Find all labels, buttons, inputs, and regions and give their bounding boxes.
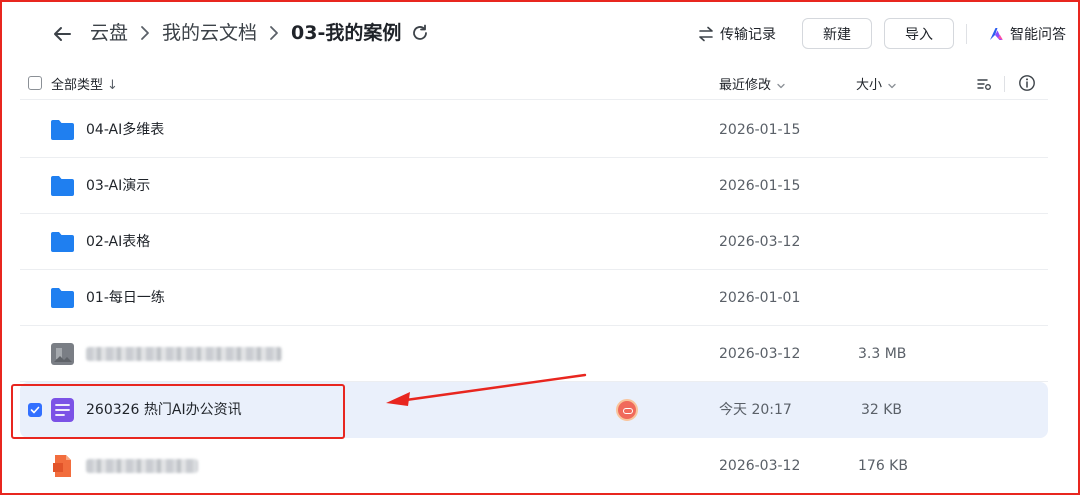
- collaborator-avatar[interactable]: [616, 399, 638, 421]
- file-row-doc[interactable]: 260326 热门AI办公资讯 今天 20:17 32 KB: [20, 382, 1048, 438]
- transfer-records-button[interactable]: 传输记录: [697, 24, 776, 44]
- file-name[interactable]: 03-AI演示: [86, 176, 150, 196]
- file-size: 176 KB: [858, 458, 908, 474]
- file-row-ppt[interactable]: 2026-03-12 176 KB: [20, 438, 1048, 494]
- file-name[interactable]: 01-每日一练: [86, 288, 165, 308]
- back-arrow-icon[interactable]: [50, 22, 74, 46]
- file-row-image[interactable]: 2026-03-12 3.3 MB: [20, 326, 1048, 382]
- size-column-header[interactable]: 大小: [856, 74, 897, 93]
- file-row-folder[interactable]: 04-AI多维表 2026-01-15: [20, 102, 1048, 158]
- modified-column-header[interactable]: 最近修改: [719, 74, 786, 93]
- column-settings-icon[interactable]: [976, 76, 992, 92]
- check-icon: [30, 406, 40, 414]
- file-modified: 2026-03-12: [719, 346, 801, 362]
- file-modified: 2026-01-01: [719, 290, 801, 306]
- file-modified: 2026-03-12: [719, 458, 801, 474]
- transfer-icon: [699, 26, 713, 42]
- modified-column-label: 最近修改: [719, 78, 772, 93]
- blurred-file-name[interactable]: [86, 459, 198, 473]
- blurred-file-name[interactable]: [86, 347, 282, 361]
- file-modified: 2026-01-15: [719, 122, 801, 138]
- transfer-records-label: 传输记录: [720, 27, 776, 43]
- file-size: 32 KB: [860, 402, 902, 418]
- ppt-file-icon: [53, 455, 71, 477]
- type-filter-label: 全部类型: [51, 78, 104, 93]
- row-checkbox[interactable]: [28, 403, 42, 417]
- info-icon[interactable]: [1018, 74, 1036, 92]
- sort-arrow-icon: ↓: [107, 78, 118, 93]
- file-row-folder[interactable]: 01-每日一练 2026-01-01: [20, 270, 1048, 326]
- file-name[interactable]: 260326 热门AI办公资讯: [86, 400, 242, 420]
- chevron-down-icon: [777, 83, 785, 88]
- folder-icon: [51, 176, 74, 196]
- ai-logo-icon: [990, 28, 1003, 40]
- file-modified: 2026-01-15: [719, 178, 801, 194]
- image-file-icon: [51, 343, 74, 365]
- breadcrumb-item-my-docs[interactable]: 我的云文档: [162, 20, 257, 46]
- ai-ask-button[interactable]: 智能问答: [988, 24, 1066, 44]
- doc-file-icon: [51, 398, 74, 422]
- file-modified: 2026-03-12: [719, 234, 801, 250]
- select-all-checkbox[interactable]: [28, 76, 42, 90]
- folder-icon: [51, 232, 74, 252]
- file-modified: 今天 20:17: [719, 402, 792, 418]
- file-size: 3.3 MB: [858, 346, 907, 362]
- file-row-folder[interactable]: 03-AI演示 2026-01-15: [20, 158, 1048, 214]
- refresh-icon[interactable]: [410, 23, 430, 43]
- file-name[interactable]: 04-AI多维表: [86, 120, 164, 140]
- folder-icon: [51, 120, 74, 140]
- file-name[interactable]: 02-AI表格: [86, 232, 150, 252]
- header-divider: [1004, 76, 1005, 92]
- breadcrumb-item-cloud[interactable]: 云盘: [90, 20, 128, 46]
- top-bar: 云盘 我的云文档 03-我的案例 传输记录 新建 导入 智能问答: [0, 0, 1080, 66]
- new-button[interactable]: 新建: [802, 18, 872, 49]
- chevron-right-icon: [270, 26, 278, 40]
- chevron-down-icon: [888, 83, 896, 88]
- file-row-folder[interactable]: 02-AI表格 2026-03-12: [20, 214, 1048, 270]
- import-button[interactable]: 导入: [884, 18, 954, 49]
- type-filter[interactable]: 全部类型 ↓: [51, 74, 118, 93]
- file-list-header: 全部类型 ↓ 最近修改 大小: [20, 70, 1048, 100]
- size-column-label: 大小: [856, 78, 883, 93]
- ai-ask-label: 智能问答: [1010, 27, 1066, 43]
- page-title: 03-我的案例: [291, 22, 402, 44]
- chevron-right-icon: [141, 26, 149, 40]
- toolbar-divider: [966, 24, 967, 44]
- folder-icon: [51, 288, 74, 308]
